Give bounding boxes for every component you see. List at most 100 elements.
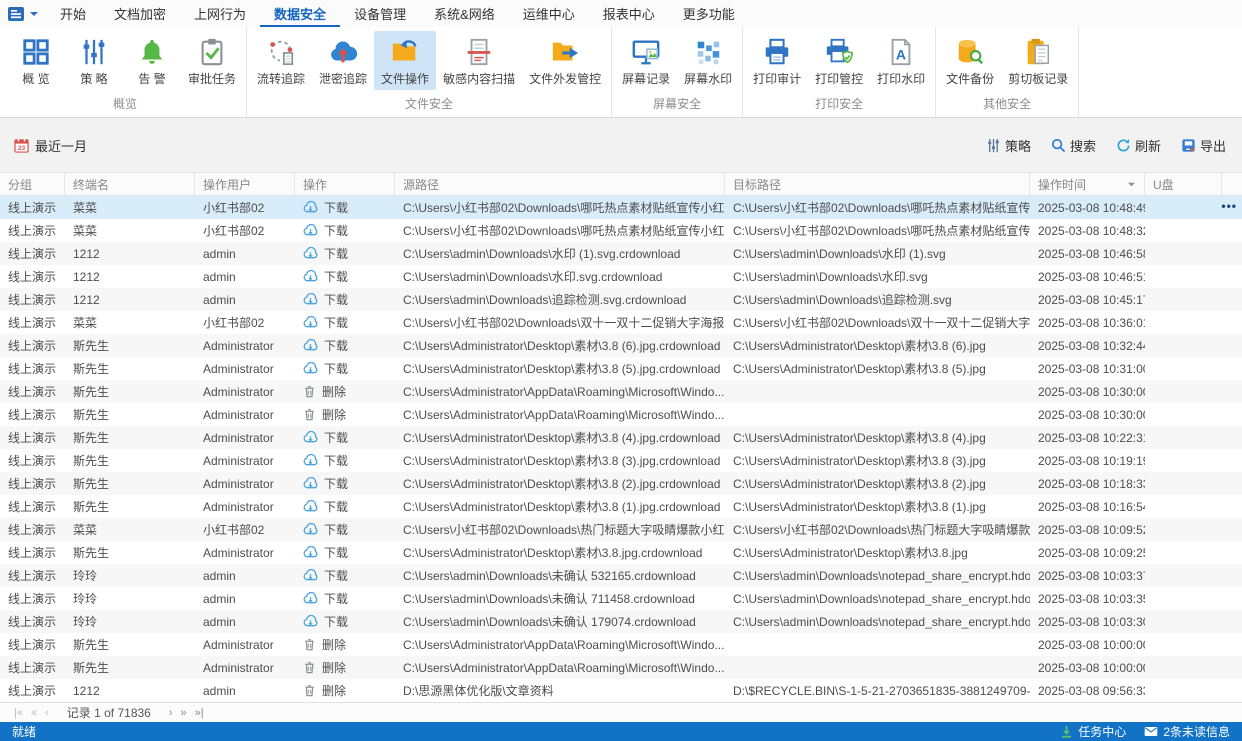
- search-button[interactable]: 搜索: [1051, 136, 1096, 155]
- column-header-8[interactable]: U盘: [1145, 173, 1222, 195]
- ribbon-item-label: 审批任务: [188, 70, 236, 87]
- table-row[interactable]: 线上演示菜菜小红书部02下载C:\Users\小红书部02\Downloads\…: [0, 219, 1242, 242]
- cell-user: admin: [195, 247, 295, 261]
- table-row[interactable]: 线上演示斯先生Administrator删除C:\Users\Administr…: [0, 380, 1242, 403]
- table-row[interactable]: 线上演示玲玲admin下载C:\Users\admin\Downloads\未确…: [0, 564, 1242, 587]
- column-header-7[interactable]: 操作时间: [1030, 173, 1145, 195]
- screen-watermark-button[interactable]: 屏幕水印: [677, 31, 739, 90]
- table-row[interactable]: 线上演示斯先生Administrator删除C:\Users\Administr…: [0, 656, 1242, 679]
- cell-terminal: 斯先生: [65, 498, 195, 515]
- table-row[interactable]: 线上演示斯先生Administrator下载C:\Users\Administr…: [0, 357, 1242, 380]
- file-operation-button[interactable]: 文件操作: [374, 31, 436, 90]
- alert-button[interactable]: 告 警: [123, 31, 181, 90]
- table-row[interactable]: 线上演示斯先生Administrator下载C:\Users\Administr…: [0, 449, 1242, 472]
- table-row[interactable]: 线上演示斯先生Administrator下载C:\Users\Administr…: [0, 334, 1242, 357]
- policy-filter-button[interactable]: 策略: [986, 136, 1031, 155]
- screen-record-button[interactable]: 屏幕记录: [615, 31, 677, 90]
- table-row[interactable]: 线上演示菜菜小红书部02下载C:\Users\小红书部02\Downloads\…: [0, 311, 1242, 334]
- print-watermark-button[interactable]: A打印水印: [870, 31, 932, 90]
- alert-bell-icon: [137, 35, 167, 69]
- clipboard-record-button[interactable]: 剪切板记录: [1001, 31, 1075, 90]
- filter-caret-icon[interactable]: [1127, 181, 1136, 188]
- refresh-icon: [1116, 138, 1131, 153]
- table-row[interactable]: 线上演示斯先生Administrator下载C:\Users\Administr…: [0, 426, 1242, 449]
- first-page-icon[interactable]: |«: [10, 707, 27, 719]
- cell-action: 下载: [295, 613, 395, 630]
- pagination-left-buttons: |««‹: [10, 707, 53, 719]
- table-row[interactable]: 线上演示斯先生Administrator下载C:\Users\Administr…: [0, 472, 1242, 495]
- table-row[interactable]: 线上演示菜菜小红书部02下载C:\Users\小红书部02\Downloads\…: [0, 518, 1242, 541]
- print-control-button[interactable]: 打印管控: [808, 31, 870, 90]
- column-header-4[interactable]: 操作: [295, 173, 395, 195]
- flow-trace-button[interactable]: 流转追踪: [250, 31, 312, 90]
- table-row[interactable]: 线上演示1212admin下载C:\Users\admin\Downloads\…: [0, 242, 1242, 265]
- policy-button[interactable]: 策 略: [65, 31, 123, 90]
- table-row[interactable]: 线上演示斯先生Administrator下载C:\Users\Administr…: [0, 541, 1242, 564]
- menu-tab-7[interactable]: 运维中心: [509, 0, 589, 27]
- date-range-label: 最近一月: [35, 136, 87, 155]
- cell-terminal: 玲玲: [65, 567, 195, 584]
- table-row[interactable]: 线上演示斯先生Administrator删除C:\Users\Administr…: [0, 403, 1242, 426]
- last-page-icon[interactable]: »|: [191, 707, 208, 719]
- cell-terminal: 玲玲: [65, 613, 195, 630]
- cell-time: 2025-03-08 10:30:00: [1030, 408, 1145, 422]
- menu-tab-9[interactable]: 更多功能: [669, 0, 749, 27]
- table-row[interactable]: 线上演示1212admin下载C:\Users\admin\Downloads\…: [0, 265, 1242, 288]
- cell-user: Administrator: [195, 408, 295, 422]
- refresh-button[interactable]: 刷新: [1116, 136, 1161, 155]
- menu-tab-1[interactable]: 开始: [46, 0, 100, 27]
- menu-tab-4[interactable]: 数据安全: [260, 0, 340, 27]
- menu-tab-3[interactable]: 上网行为: [180, 0, 260, 27]
- toolbar-action-label: 刷新: [1135, 136, 1161, 155]
- row-more-actions-button[interactable]: •••: [1221, 199, 1237, 213]
- prev-page-icon[interactable]: ‹: [41, 707, 53, 719]
- cell-group: 线上演示: [0, 498, 65, 515]
- app-menu-caret-icon: [30, 11, 38, 17]
- leak-trace-button[interactable]: 泄密追踪: [312, 31, 374, 90]
- date-range-filter[interactable]: 23 最近一月: [14, 136, 87, 155]
- table-row[interactable]: 线上演示1212admin下载C:\Users\admin\Downloads\…: [0, 288, 1242, 311]
- cell-source: C:\Users\Administrator\Desktop\素材\3.8 (2…: [395, 475, 725, 492]
- cell-group: 线上演示: [0, 406, 65, 423]
- ribbon-group-label: 屏幕安全: [615, 94, 739, 117]
- menu-tab-2[interactable]: 文档加密: [100, 0, 180, 27]
- menu-tab-8[interactable]: 报表中心: [589, 0, 669, 27]
- filter-toolbar: 23 最近一月 策略 搜索 刷新 导出: [0, 118, 1242, 172]
- approval-tasks-button[interactable]: 审批任务: [181, 31, 243, 90]
- table-row[interactable]: 线上演示玲玲admin下载C:\Users\admin\Downloads\未确…: [0, 610, 1242, 633]
- column-header-1[interactable]: 分组: [0, 173, 65, 195]
- cell-action: 删除: [295, 659, 395, 676]
- download-icon: [303, 247, 318, 260]
- task-center-button[interactable]: 任务中心: [1060, 723, 1126, 740]
- cell-terminal: 斯先生: [65, 659, 195, 676]
- cell-group: 线上演示: [0, 544, 65, 561]
- unread-messages-button[interactable]: 2条未读信息: [1144, 723, 1230, 740]
- file-outgoing-button[interactable]: 文件外发管控: [522, 31, 608, 90]
- fast-prev-icon[interactable]: «: [27, 707, 41, 719]
- column-header-6[interactable]: 目标路径: [725, 173, 1030, 195]
- action-label: 下载: [324, 567, 348, 584]
- export-button[interactable]: 导出: [1181, 136, 1226, 155]
- file-outgoing-icon: [550, 35, 580, 69]
- table-row[interactable]: 线上演示斯先生Administrator下载C:\Users\Administr…: [0, 495, 1242, 518]
- next-page-icon[interactable]: ›: [165, 707, 177, 719]
- cell-user: Administrator: [195, 546, 295, 560]
- overview-button[interactable]: 概 览: [7, 31, 65, 90]
- sensitive-scan-button[interactable]: 敏感内容扫描: [436, 31, 522, 90]
- table-row[interactable]: 线上演示1212admin删除D:\思源黑体优化版\文章资料D:\$RECYCL…: [0, 679, 1242, 702]
- column-header-3[interactable]: 操作用户: [195, 173, 295, 195]
- table-row[interactable]: 线上演示玲玲admin下载C:\Users\admin\Downloads\未确…: [0, 587, 1242, 610]
- cell-terminal: 斯先生: [65, 360, 195, 377]
- menu-tab-5[interactable]: 设备管理: [340, 0, 420, 27]
- app-menu-button[interactable]: [0, 0, 46, 27]
- menu-tab-6[interactable]: 系统&网络: [420, 0, 509, 27]
- column-header-5[interactable]: 源路径: [395, 173, 725, 195]
- table-row[interactable]: 线上演示斯先生Administrator删除C:\Users\Administr…: [0, 633, 1242, 656]
- file-backup-button[interactable]: 文件备份: [939, 31, 1001, 90]
- download-icon: [303, 224, 318, 237]
- column-header-2[interactable]: 终端名: [65, 173, 195, 195]
- cell-group: 线上演示: [0, 429, 65, 446]
- table-row[interactable]: 线上演示菜菜小红书部02下载C:\Users\小红书部02\Downloads\…: [0, 196, 1242, 219]
- print-audit-button[interactable]: 打印审计: [746, 31, 808, 90]
- fast-next-icon[interactable]: »: [177, 707, 191, 719]
